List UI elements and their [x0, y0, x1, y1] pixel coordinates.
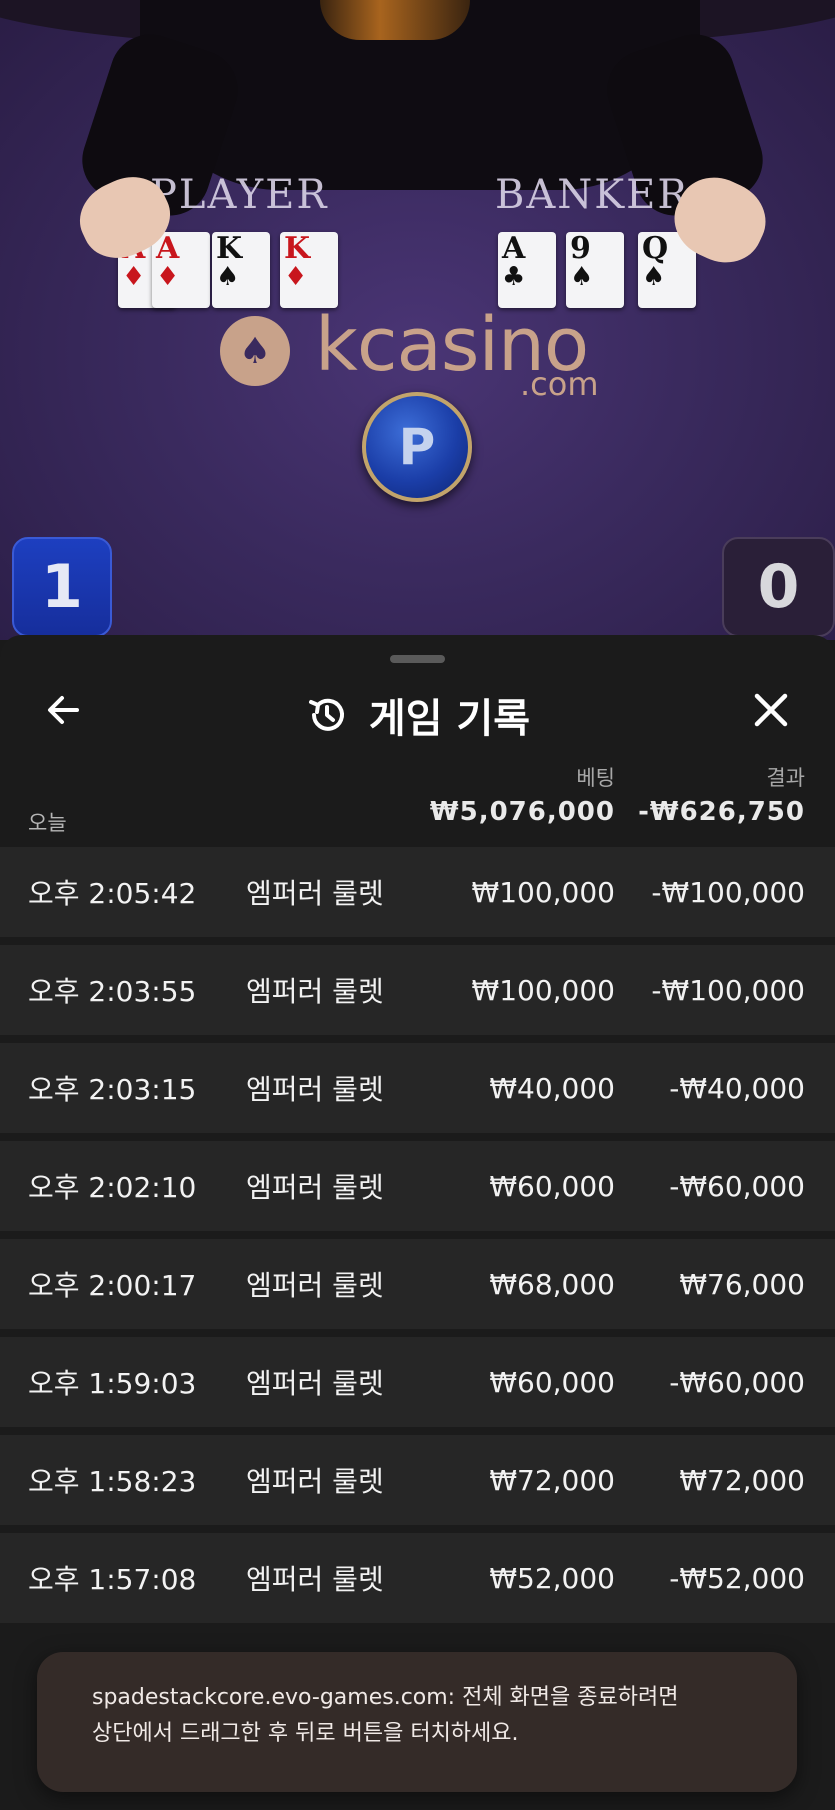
history-row[interactable]: 오후 1:59:03 엠퍼러 룰렛 ₩60,000 -₩60,000	[0, 1337, 835, 1427]
banker-zone-label: BANKER	[495, 172, 690, 218]
card-suit-icon: ♠	[570, 262, 594, 292]
column-header-result: 결과	[766, 766, 805, 790]
row-result: -₩40,000	[669, 1071, 805, 1105]
playing-card: A♦	[152, 232, 210, 308]
row-result: ₩76,000	[679, 1267, 805, 1301]
total-bet: ₩5,076,000	[429, 797, 615, 827]
dealer-vest	[320, 0, 470, 40]
row-bet: ₩60,000	[489, 1365, 615, 1399]
history-row[interactable]: 오후 1:58:23 엠퍼러 룰렛 ₩72,000 ₩72,000	[0, 1435, 835, 1525]
row-game-name: 엠퍼러 룰렛	[246, 1269, 384, 1302]
live-video-feed: PLAYER BANKER A♦A♦K♠K♦ A♣9♠Q♠ ♠ kcasino …	[0, 0, 835, 640]
page-title: 게임 기록	[368, 696, 531, 742]
playing-card: K ♠	[212, 232, 270, 308]
banker-score: 0	[722, 537, 835, 637]
card-suit-icon: ♣	[502, 262, 526, 292]
date-group-label: 오늘	[28, 811, 67, 835]
history-row[interactable]: 오후 2:02:10 엠퍼러 룰렛 ₩60,000 -₩60,000	[0, 1141, 835, 1231]
history-icon	[308, 698, 344, 731]
row-bet: ₩100,000	[471, 973, 615, 1007]
row-result: -₩52,000	[669, 1561, 805, 1595]
row-result: -₩100,000	[651, 875, 805, 909]
card-rank: K	[284, 231, 311, 266]
row-time: 오후 2:02:10	[28, 1171, 197, 1204]
row-time: 오후 2:00:17	[28, 1269, 197, 1302]
playing-card: A ♣	[498, 232, 556, 308]
winner-token: P	[362, 392, 472, 502]
row-bet: ₩72,000	[489, 1463, 615, 1497]
row-bet: ₩40,000	[489, 1071, 615, 1105]
sheet-drag-handle[interactable]	[390, 655, 445, 663]
row-game-name: 엠퍼러 룰렛	[246, 877, 384, 910]
row-bet: ₩52,000	[489, 1561, 615, 1595]
row-time: 오후 1:58:23	[28, 1465, 197, 1498]
card-suit-icon: ♦	[156, 262, 180, 292]
row-game-name: 엠퍼러 룰렛	[246, 1171, 384, 1204]
playing-card: K ♦	[280, 232, 338, 308]
card-rank: 9	[570, 231, 591, 266]
row-time: 오후 2:03:15	[28, 1073, 197, 1106]
row-bet: ₩100,000	[471, 875, 615, 909]
card-rank: Q	[642, 231, 669, 266]
total-result: -₩626,750	[638, 797, 805, 827]
history-row[interactable]: 오후 1:57:08 엠퍼러 룰렛 ₩52,000 -₩52,000	[0, 1533, 835, 1623]
row-result: ₩72,000	[679, 1463, 805, 1497]
close-button[interactable]	[736, 675, 806, 745]
history-row[interactable]: 오후 2:05:42 엠퍼러 룰렛 ₩100,000 -₩100,000	[0, 847, 835, 937]
card-suit-icon: ♦	[284, 262, 308, 292]
row-game-name: 엠퍼러 룰렛	[246, 1367, 384, 1400]
row-result: -₩60,000	[669, 1169, 805, 1203]
row-game-name: 엠퍼러 룰렛	[246, 1563, 384, 1596]
sheet-header: 게임 기록	[0, 685, 835, 745]
row-bet: ₩60,000	[489, 1169, 615, 1203]
toast-line-1: spadestackcore.evo-games.com: 전체 화면을 종료하…	[92, 1685, 679, 1710]
card-suit-icon: ♠	[216, 262, 240, 292]
history-row[interactable]: 오후 2:03:55 엠퍼러 룰렛 ₩100,000 -₩100,000	[0, 945, 835, 1035]
history-list: 오후 2:05:42 엠퍼러 룰렛 ₩100,000 -₩100,000 오후 2:03…	[0, 847, 835, 1631]
spade-chip-icon: ♠	[220, 316, 290, 386]
history-row[interactable]: 오후 2:00:17 엠퍼러 룰렛 ₩68,000 ₩76,000	[0, 1239, 835, 1329]
casino-logo: ♠ kcasino .com	[220, 302, 640, 403]
card-rank: K	[216, 231, 243, 266]
row-time: 오후 1:57:08	[28, 1563, 197, 1596]
player-score: 1	[12, 537, 112, 637]
row-time: 오후 2:05:42	[28, 877, 197, 910]
card-rank: A	[502, 231, 526, 266]
row-game-name: 엠퍼러 룰렛	[246, 1465, 384, 1498]
close-icon	[754, 693, 788, 727]
row-bet: ₩68,000	[489, 1267, 615, 1301]
history-row[interactable]: 오후 2:03:15 엠퍼러 룰렛 ₩40,000 -₩40,000	[0, 1043, 835, 1133]
game-history-sheet: 게임 기록 베팅 결과 오늘 ₩5,076,000 -₩626,750 오후 2…	[0, 635, 835, 1810]
column-header-bet: 베팅	[576, 766, 615, 790]
playing-card: 9 ♠	[566, 232, 624, 308]
row-time: 오후 2:03:55	[28, 975, 197, 1008]
row-result: -₩60,000	[669, 1365, 805, 1399]
fullscreen-toast: spadestackcore.evo-games.com: 전체 화면을 종료하…	[37, 1652, 797, 1792]
player-zone-label: PLAYER	[150, 172, 329, 218]
card-suit-icon: ♠	[642, 262, 666, 292]
row-game-name: 엠퍼러 룰렛	[246, 975, 384, 1008]
logo-suffix: .com	[520, 365, 599, 403]
row-result: -₩100,000	[651, 973, 805, 1007]
toast-line-2: 상단에서 드래그한 후 뒤로 버튼을 터치하세요.	[92, 1721, 519, 1746]
row-time: 오후 1:59:03	[28, 1367, 197, 1400]
row-game-name: 엠퍼러 룰렛	[246, 1073, 384, 1106]
